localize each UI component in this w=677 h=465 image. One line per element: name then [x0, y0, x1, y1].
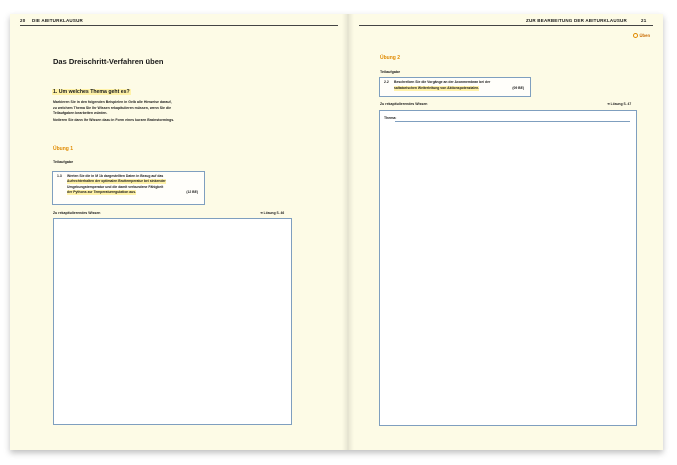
right-page-number: 21	[641, 18, 647, 23]
refresh-icon	[632, 33, 638, 38]
instruction-line: Markieren Sie in den folgenden Beispiele…	[53, 100, 172, 104]
instructions: Markieren Sie in den folgenden Beispiele…	[53, 100, 174, 123]
book-gutter	[342, 14, 354, 450]
task-number: 1.3	[57, 174, 62, 178]
knowledge-label: Zu rekapitulierendes Wissen	[380, 102, 428, 106]
right-running-title: ZUR BEARBEITUNG DER ABITURKLAUSUR	[526, 18, 627, 23]
exercise-heading: Übung 1	[53, 146, 73, 152]
task-line: Beschreiben Sie die Vorgänge an der Axon…	[394, 80, 491, 84]
instruction-line: Teilaufgaben bearbeiten würden.	[53, 111, 108, 116]
page-title: Das Dreischritt-Verfahren üben	[53, 57, 164, 66]
instruction-line: Notieren Sie dann Ihr Wissen dazu in For…	[53, 117, 175, 122]
solution-reference[interactable]: ➔ Lösung S. 46	[260, 211, 284, 215]
knowledge-answer-box[interactable]: Thema:	[379, 110, 637, 426]
task-number: 2.2	[384, 80, 389, 84]
exercise-heading: Übung 2	[380, 55, 400, 61]
book-spread: 20 DIE ABITURKLAUSUR ZUR BEARBEITUNG DER…	[10, 14, 663, 450]
knowledge-answer-box[interactable]	[53, 218, 292, 425]
left-page-number: 20	[20, 18, 26, 23]
subtask-label: Teilaufgabe	[380, 70, 401, 74]
left-running-title: DIE ABITURKLAUSUR	[32, 18, 83, 23]
task-points: (12 BE)	[186, 189, 198, 194]
knowledge-label: Zu rekapitulierendes Wissen	[53, 211, 101, 215]
uben-badge[interactable]: Üben	[632, 33, 650, 38]
subtask-label: Teilaufgabe	[53, 160, 74, 164]
left-header-rule	[20, 25, 338, 26]
thema-label: Thema:	[384, 116, 397, 120]
solution-reference[interactable]: ➔ Lösung S. 47	[607, 102, 631, 106]
task-line: der Pythons zur Temperaturregulation aus…	[67, 189, 137, 195]
section-heading: 1. Um welches Thema geht es?	[52, 89, 131, 95]
thema-input-line[interactable]	[395, 120, 630, 122]
task-points: (09 BE)	[512, 85, 524, 90]
uben-label: Üben	[639, 33, 650, 38]
task-line: saltatorischen Weiterleitung von Aktions…	[394, 85, 480, 91]
task-box: 1.3 Werten Sie die in M 1b dargestellten…	[52, 171, 205, 205]
right-header-rule	[359, 25, 653, 26]
task-box: 2.2 Beschreiben Sie die Vorgänge an der …	[379, 77, 531, 97]
